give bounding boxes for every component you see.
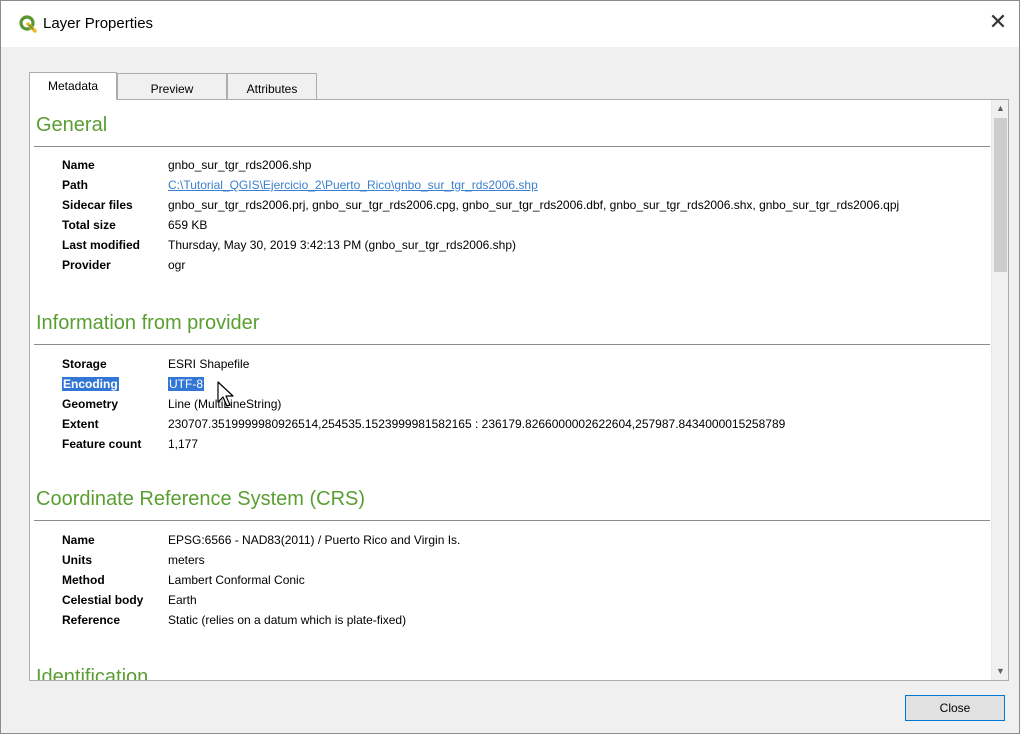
provider-table: Storage ESRI Shapefile Encoding UTF-8 Ge… [62,355,785,455]
table-row: Reference Static (relies on a datum whic… [62,611,460,631]
table-row: Last modified Thursday, May 30, 2019 3:4… [62,236,899,256]
field-label: Name [62,533,95,547]
field-value-selected[interactable]: UTF-8 [168,377,204,391]
scroll-up-icon[interactable]: ▲ [992,100,1008,117]
table-row: Units meters [62,551,460,571]
section-divider [34,520,990,521]
field-value: meters [168,553,205,567]
field-value: EPSG:6566 - NAD83(2011) / Puerto Rico an… [168,533,461,547]
section-title-crs: Coordinate Reference System (CRS) [36,488,366,510]
field-label: Feature count [62,437,142,451]
field-label: Method [62,573,105,587]
crs-table: Name EPSG:6566 - NAD83(2011) / Puerto Ri… [62,531,460,631]
field-value: 1,177 [168,437,199,451]
table-row: Name EPSG:6566 - NAD83(2011) / Puerto Ri… [62,531,460,551]
field-value: ogr [168,258,186,272]
field-value: Line (MultiLineString) [168,397,282,411]
metadata-panel: General Name gnbo_sur_tgr_rds2006.shp Pa… [29,99,1009,681]
title-bar: Layer Properties ✕ [1,1,1019,47]
mouse-cursor-icon [217,381,234,407]
section-divider [34,146,990,147]
field-label: Storage [62,357,107,371]
table-row: Storage ESRI Shapefile [62,355,785,375]
table-row: Name gnbo_sur_tgr_rds2006.shp [62,156,899,176]
close-icon[interactable]: ✕ [981,9,1015,39]
table-row: Sidecar files gnbo_sur_tgr_rds2006.prj, … [62,196,899,216]
table-row: Provider ogr [62,256,899,276]
close-button[interactable]: Close [905,695,1005,721]
field-value: Static (relies on a datum which is plate… [168,613,407,627]
tab-metadata[interactable]: Metadata [29,72,117,100]
table-row: Extent 230707.3519999980926514,254535.15… [62,415,785,435]
section-title-identification: Identification [36,666,149,680]
field-label: Path [62,178,89,192]
field-label: Extent [62,417,99,431]
field-label: Provider [62,258,111,272]
qgis-icon [19,15,37,33]
field-value: gnbo_sur_tgr_rds2006.prj, gnbo_sur_tgr_r… [168,198,900,212]
metadata-content: General Name gnbo_sur_tgr_rds2006.shp Pa… [30,100,992,680]
field-label: Celestial body [62,593,144,607]
field-label: Sidecar files [62,198,133,212]
field-value: 659 KB [168,218,208,232]
path-link[interactable]: C:\Tutorial_QGIS\Ejercicio_2\Puerto_Rico… [168,178,538,192]
table-row: Encoding UTF-8 [62,375,785,395]
field-value: gnbo_sur_tgr_rds2006.shp [168,158,312,172]
field-value: Thursday, May 30, 2019 3:42:13 PM (gnbo_… [168,238,516,252]
section-title-provider: Information from provider [36,312,260,334]
section-divider [34,344,990,345]
general-table: Name gnbo_sur_tgr_rds2006.shp Path C:\Tu… [62,156,899,276]
field-label: Name [62,158,95,172]
scroll-down-icon[interactable]: ▼ [992,663,1008,680]
table-row: Feature count 1,177 [62,435,785,455]
layer-properties-dialog: Layer Properties ✕ Metadata Preview Attr… [0,0,1020,734]
field-value: 230707.3519999980926514,254535.152399998… [168,417,786,431]
table-row: Path C:\Tutorial_QGIS\Ejercicio_2\Puerto… [62,176,899,196]
table-row: Total size 659 KB [62,216,899,236]
field-label: Last modified [62,238,141,252]
vertical-scrollbar[interactable]: ▲ ▼ [991,100,1008,680]
field-label: Units [62,553,92,567]
window-title: Layer Properties [43,15,154,32]
tab-attributes[interactable]: Attributes [227,73,317,99]
field-label: Reference [62,613,121,627]
table-row: Geometry Line (MultiLineString) [62,395,785,415]
field-label: Geometry [62,397,119,411]
scrollbar-thumb[interactable] [994,118,1007,272]
field-label: Total size [62,218,116,232]
table-row: Celestial body Earth [62,591,460,611]
field-label-selected[interactable]: Encoding [62,377,119,391]
field-value: Earth [168,593,197,607]
section-title-general: General [36,114,108,136]
table-row: Method Lambert Conformal Conic [62,571,460,591]
field-value: Lambert Conformal Conic [168,573,305,587]
tab-preview[interactable]: Preview [117,73,227,99]
field-value: ESRI Shapefile [168,357,250,371]
